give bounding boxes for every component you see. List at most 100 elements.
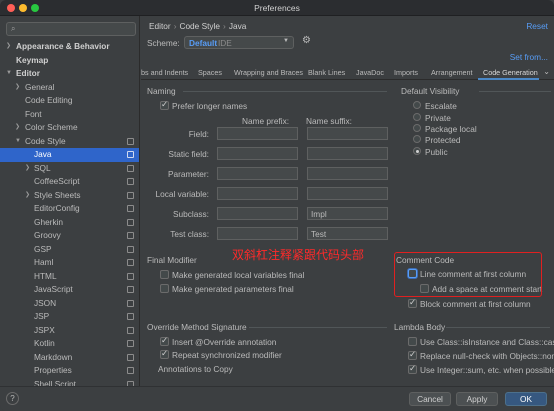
prefer-longer-names-checkbox[interactable]	[160, 99, 169, 110]
sidebar-item-javascript[interactable]: JavaScript	[0, 283, 139, 297]
section-title: Naming	[147, 86, 176, 96]
sidebar-item-label: Code Editing	[25, 95, 73, 105]
static-field-prefix-input[interactable]	[217, 147, 298, 160]
visibility-escalate-radio[interactable]	[413, 101, 421, 109]
visibility-protected-radio[interactable]	[413, 135, 421, 143]
parameter-prefix-input[interactable]	[217, 167, 298, 180]
scheme-dropdown[interactable]: Default IDE ▼	[184, 36, 294, 49]
use-integer-sum-checkbox[interactable]	[408, 363, 417, 374]
reset-link[interactable]: Reset	[526, 21, 548, 31]
tab-code-generation[interactable]: Code Generation	[483, 68, 538, 77]
sidebar-item-coffeescript[interactable]: CoffeeScript	[0, 175, 139, 189]
sidebar-item-kotlin[interactable]: Kotlin	[0, 337, 139, 351]
chevron-right-icon[interactable]: ❯	[25, 189, 30, 203]
sidebar-item-jsp[interactable]: JSP	[0, 310, 139, 324]
sidebar-item-html[interactable]: HTML	[0, 270, 139, 284]
sidebar-item-jspx[interactable]: JSPX	[0, 324, 139, 338]
test-class-suffix-input[interactable]: Test	[307, 227, 388, 240]
sidebar-item-label: Style Sheets	[34, 189, 81, 200]
sidebar-item-label: JSON	[34, 297, 57, 308]
breadcrumb-item: Java	[228, 21, 247, 31]
chevron-right-icon[interactable]: ❯	[15, 121, 20, 135]
sidebar-item-keymap[interactable]: Keymap	[0, 54, 139, 68]
field-prefix-input[interactable]	[217, 127, 298, 140]
insert-override-checkbox[interactable]	[160, 335, 169, 346]
visibility-package-local-radio[interactable]	[413, 124, 421, 132]
settings-tree: ❯ Appearance & Behavior Keymap ▼ Editor …	[0, 40, 139, 391]
use-class-isinstance-label: Use Class::isInstance and Class::cast	[420, 337, 554, 347]
subclass-prefix-input[interactable]	[217, 207, 298, 220]
sidebar-item-sql[interactable]: ❯ SQL	[0, 162, 139, 176]
window-title: Preferences	[254, 3, 300, 13]
test-class-prefix-input[interactable]	[217, 227, 298, 240]
apply-button[interactable]: Apply	[456, 392, 498, 406]
sidebar-item-haml[interactable]: Haml	[0, 256, 139, 270]
tab-javadoc[interactable]: JavaDoc	[356, 68, 384, 77]
static-field-suffix-input[interactable]	[307, 147, 388, 160]
replace-null-check-checkbox[interactable]	[408, 349, 417, 360]
sidebar-item-json[interactable]: JSON	[0, 297, 139, 311]
sidebar-item-appearance-behavior[interactable]: ❯ Appearance & Behavior	[0, 40, 139, 54]
sidebar-item-label: Code Style	[25, 135, 66, 146]
dialog-footer: ? Cancel Apply OK	[0, 386, 554, 411]
sidebar-item-code-editing[interactable]: Code Editing	[0, 94, 139, 108]
sidebar-item-label: Kotlin	[34, 338, 55, 348]
sidebar-item-style-sheets[interactable]: ❯ Style Sheets	[0, 189, 139, 203]
sidebar-item-color-scheme[interactable]: ❯ Color Scheme	[0, 121, 139, 135]
sidebar-item-general[interactable]: ❯ General	[0, 81, 139, 95]
cancel-button[interactable]: Cancel	[409, 392, 451, 406]
field-suffix-input[interactable]	[307, 127, 388, 140]
chevron-right-icon[interactable]: ❯	[25, 162, 30, 176]
tab-imports[interactable]: Imports	[394, 68, 418, 77]
use-integer-sum-label: Use Integer::sum, etc. when possible	[420, 365, 554, 375]
sidebar-item-code-style[interactable]: ▼ Code Style	[0, 135, 139, 149]
insert-override-label: Insert @Override annotation	[172, 337, 277, 347]
ok-button[interactable]: OK	[505, 392, 547, 406]
sidebar-item-label: JSPX	[34, 324, 55, 335]
sidebar-item-label: Font	[25, 108, 42, 119]
chevron-right-icon[interactable]: ❯	[6, 40, 11, 54]
sidebar-item-editorconfig[interactable]: EditorConfig	[0, 202, 139, 216]
help-button[interactable]: ?	[6, 392, 19, 405]
visibility-private-radio[interactable]	[413, 113, 421, 121]
repeat-synchronized-checkbox[interactable]	[160, 348, 169, 359]
local-variable-suffix-input[interactable]	[307, 187, 388, 200]
visibility-public-radio[interactable]	[413, 147, 421, 155]
sidebar-item-java[interactable]: Java	[0, 148, 139, 162]
set-from-link[interactable]: Set from...	[510, 52, 548, 62]
use-class-isinstance-checkbox[interactable]	[408, 337, 417, 346]
final-local-variables-checkbox[interactable]	[160, 270, 169, 279]
subclass-suffix-input[interactable]: Impl	[307, 207, 388, 220]
visibility-option-label: Escalate	[425, 101, 457, 111]
sidebar-item-markdown[interactable]: Markdown	[0, 351, 139, 365]
sidebar-item-font[interactable]: Font	[0, 108, 139, 122]
field-label: Field:	[188, 129, 209, 139]
tab-blank-lines[interactable]: Blank Lines	[308, 68, 345, 77]
block-comment-first-column-checkbox[interactable]	[408, 297, 417, 308]
local-variable-prefix-input[interactable]	[217, 187, 298, 200]
sidebar-item-gsp[interactable]: GSP	[0, 243, 139, 257]
project-scope-icon	[127, 218, 134, 226]
final-parameters-checkbox[interactable]	[160, 284, 169, 293]
tab-arrangement[interactable]: Arrangement	[431, 68, 473, 77]
chevron-down-icon[interactable]: ⌄	[543, 67, 550, 76]
sidebar-item-editor[interactable]: ▼ Editor	[0, 67, 139, 81]
repeat-synchronized-label: Repeat synchronized modifier	[172, 350, 282, 360]
chevron-down-icon[interactable]: ▼	[15, 135, 21, 149]
input-value: Impl	[311, 209, 327, 219]
sidebar-item-groovy[interactable]: Groovy	[0, 229, 139, 243]
parameter-suffix-input[interactable]	[307, 167, 388, 180]
chevron-right-icon[interactable]: ❯	[15, 81, 20, 95]
gear-icon[interactable]: ⚙	[302, 35, 311, 46]
tab-wrapping-and-braces[interactable]: Wrapping and Braces	[234, 68, 303, 77]
tab-tabs-and-indents[interactable]: bs and Indents	[141, 68, 188, 77]
visibility-option-label: Private	[425, 113, 451, 123]
sidebar-item-gherkin[interactable]: Gherkin	[0, 216, 139, 230]
project-scope-icon	[127, 259, 134, 266]
sidebar-item-properties[interactable]: Properties	[0, 364, 139, 378]
tab-spaces[interactable]: Spaces	[198, 68, 222, 77]
chevron-down-icon[interactable]: ▼	[6, 67, 12, 81]
tab-bar: bs and Indents Spaces Wrapping and Brace…	[141, 66, 554, 80]
sidebar-item-label: Editor	[16, 68, 40, 78]
settings-search-input[interactable]: ⌕	[6, 22, 136, 36]
